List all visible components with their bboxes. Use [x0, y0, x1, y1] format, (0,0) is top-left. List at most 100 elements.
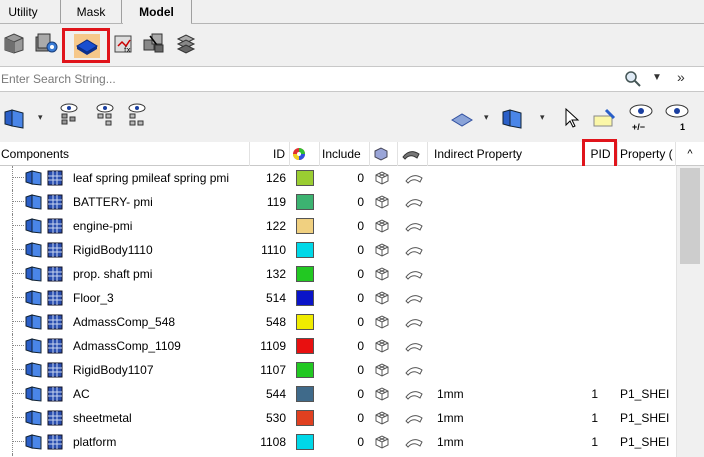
component-dropdown-small-icon[interactable]: ▾ — [38, 112, 43, 123]
component-id: 1109 — [260, 339, 286, 353]
table-row[interactable]: sheetmetal 530 0 1mm 1 P1_SHEI — [0, 406, 676, 430]
indirect-property — [437, 286, 577, 310]
color-swatch[interactable] — [296, 386, 314, 402]
table-row[interactable]: AdmassComp_1109 1109 0 — [0, 334, 676, 358]
highlight-box-icon[interactable] — [592, 106, 618, 130]
table-row[interactable]: Floor_3 514 0 — [0, 286, 676, 310]
tree-branch-line — [12, 441, 24, 442]
table-row[interactable]: AC 544 0 1mm 1 P1_SHEI — [0, 382, 676, 406]
include-cube-icon — [375, 339, 389, 353]
property-shell-icon — [405, 247, 423, 256]
indirect-property — [437, 214, 577, 238]
include-cube-icon — [375, 243, 389, 257]
component-type-dropdown-icon[interactable]: ▾ — [540, 112, 545, 123]
color-swatch[interactable] — [296, 314, 314, 330]
box-icon[interactable] — [2, 31, 26, 55]
expand-chevron-icon[interactable]: » — [677, 69, 685, 85]
component-name: Floor_3 — [73, 291, 114, 305]
mesh-grid-icon — [47, 386, 63, 402]
component-id: 544 — [265, 387, 286, 401]
table-row[interactable]: prop. shaft pmi 132 0 — [0, 262, 676, 286]
eye-tree-icon[interactable] — [56, 102, 82, 130]
tab-utility[interactable]: Utility — [4, 0, 42, 24]
tab-model[interactable]: Model — [122, 0, 192, 24]
table-row[interactable]: RigidBody1107 1107 0 — [0, 358, 676, 382]
property-id — [584, 286, 598, 310]
stacked-boxes-icon[interactable] — [142, 31, 166, 55]
property-name — [620, 214, 676, 238]
property-shell-icon — [402, 151, 420, 160]
table-row[interactable]: leaf spring pmileaf spring pmi 126 0 — [0, 166, 676, 190]
tree-branch-line — [12, 393, 24, 394]
tab-divider — [0, 23, 704, 24]
color-swatch[interactable] — [296, 266, 314, 282]
tree-branch-line — [12, 166, 13, 190]
include-cube-icon — [375, 171, 389, 185]
header-id[interactable]: ID — [250, 142, 290, 166]
table-row[interactable]: RigidBody1110 1110 0 — [0, 238, 676, 262]
property-id — [584, 238, 598, 262]
header-property-type[interactable] — [398, 142, 428, 166]
color-swatch[interactable] — [296, 362, 314, 378]
header-include-type[interactable] — [370, 142, 398, 166]
header-color[interactable] — [290, 142, 320, 166]
color-swatch[interactable] — [296, 338, 314, 354]
color-swatch[interactable] — [296, 170, 314, 186]
panel-close-icon[interactable]: ⌃ — [689, 0, 700, 10]
eye-plus-minus-label: +/− — [632, 122, 646, 132]
property-name — [620, 334, 676, 358]
layer-dropdown-icon[interactable]: ▾ — [484, 112, 489, 123]
search-icon[interactable] — [624, 70, 642, 88]
tab-mask[interactable]: Mask — [60, 0, 122, 24]
include-cube-icon — [374, 147, 388, 161]
eye-tree-3-icon[interactable] — [124, 102, 150, 130]
component-dropdown-icon[interactable] — [500, 106, 524, 130]
indirect-property: 1mm — [437, 435, 464, 449]
color-swatch[interactable] — [296, 242, 314, 258]
header-indirect-property[interactable]: Indirect Property — [428, 142, 584, 166]
search-input[interactable] — [0, 67, 600, 91]
header-include[interactable]: Include — [320, 142, 370, 166]
color-swatch[interactable] — [296, 434, 314, 450]
component-include: 0 — [357, 435, 364, 449]
tree-pipe-icon[interactable] — [34, 31, 58, 55]
color-swatch[interactable] — [296, 194, 314, 210]
pointer-icon[interactable] — [560, 106, 584, 130]
include-cube-icon — [375, 387, 389, 401]
component-id: 548 — [265, 315, 286, 329]
table-row[interactable]: BATTERY- pmi 119 0 — [0, 190, 676, 214]
component-icon — [25, 314, 42, 330]
header-components[interactable]: Components — [0, 142, 250, 166]
layers-gray-icon[interactable] — [174, 31, 198, 55]
indirect-property — [437, 166, 577, 190]
component-id: 1108 — [260, 435, 286, 449]
table-row[interactable]: engine-pmi 122 0 — [0, 214, 676, 238]
property-name: P1_SHEI — [620, 435, 670, 449]
color-swatch[interactable] — [296, 410, 314, 426]
eye-one-icon[interactable] — [662, 102, 692, 132]
table-row[interactable]: AdmassComp_548 548 0 — [0, 310, 676, 334]
header-property[interactable]: Property ( — [618, 142, 676, 166]
search-bar: ▼ » — [0, 66, 704, 92]
tree-branch-line — [12, 430, 13, 454]
blue-layer-icon[interactable] — [74, 34, 100, 58]
component-icon[interactable] — [2, 106, 26, 130]
component-id: 514 — [265, 291, 286, 305]
scroll-up-icon[interactable]: ^ — [676, 142, 704, 166]
layer-icon[interactable] — [450, 108, 474, 132]
color-swatch[interactable] — [296, 218, 314, 234]
property-id — [584, 262, 598, 286]
vertical-scrollbar[interactable] — [676, 166, 704, 457]
component-name: AdmassComp_1109 — [73, 339, 181, 353]
formula-icon[interactable]: fx — [112, 32, 136, 56]
eye-tree-2-icon[interactable] — [92, 102, 118, 130]
component-id: 122 — [265, 219, 286, 233]
color-swatch[interactable] — [296, 290, 314, 306]
component-icon — [25, 194, 42, 210]
search-dropdown-icon[interactable]: ▼ — [652, 72, 662, 83]
include-cube-icon — [375, 363, 389, 377]
table-row[interactable]: platform 1108 0 1mm 1 P1_SHEI — [0, 430, 676, 454]
scrollbar-thumb[interactable] — [680, 168, 700, 264]
component-icon — [25, 266, 42, 282]
tree-branch-line — [12, 201, 24, 202]
